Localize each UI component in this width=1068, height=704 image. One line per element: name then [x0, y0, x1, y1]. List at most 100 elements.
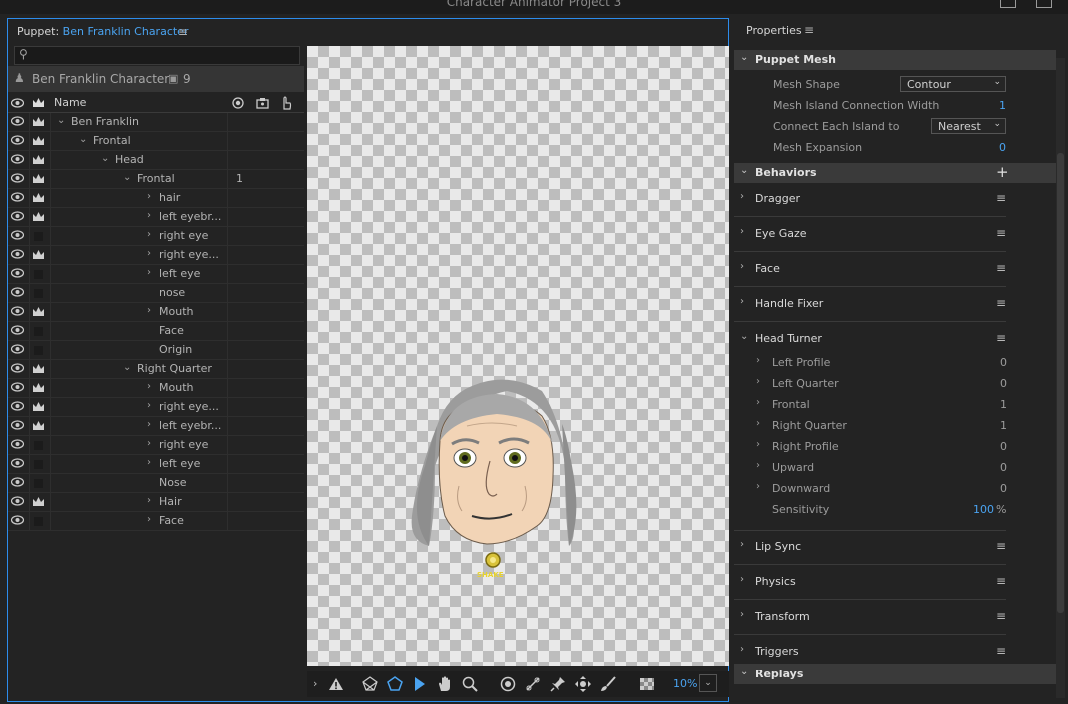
panel-menu-icon[interactable]: ≡: [804, 23, 814, 37]
layer-row[interactable]: ⌄ Head: [8, 151, 304, 170]
behavior-title[interactable]: Eye Gaze: [755, 227, 807, 240]
layer-row[interactable]: › right eye...: [8, 398, 304, 417]
visibility-eye-icon[interactable]: [10, 211, 25, 223]
visibility-eye-icon[interactable]: [10, 287, 25, 299]
behavior-menu-icon[interactable]: ≡: [996, 574, 1006, 588]
chevron-right-icon[interactable]: ›: [147, 514, 151, 525]
layer-label[interactable]: nose: [159, 286, 185, 299]
layer-row[interactable]: ⌄ Frontal: [8, 132, 304, 151]
layer-row[interactable]: nose: [8, 284, 304, 303]
touch-icon[interactable]: [280, 95, 292, 110]
layer-label[interactable]: left eye: [159, 457, 200, 470]
layer-row[interactable]: › left eyebr...: [8, 208, 304, 227]
param-value[interactable]: 0: [1000, 461, 1007, 474]
chevron-right-icon[interactable]: ›: [756, 439, 760, 450]
panel-menu-icon[interactable]: ≡: [178, 25, 188, 39]
chevron-right-icon[interactable]: ›: [147, 248, 151, 259]
target-icon[interactable]: [232, 97, 244, 109]
layer-label[interactable]: Mouth: [159, 381, 193, 394]
chevron-right-icon[interactable]: ›: [740, 226, 744, 237]
layer-row[interactable]: Origin: [8, 341, 304, 360]
visibility-eye-icon[interactable]: [10, 230, 25, 242]
chevron-right-icon[interactable]: ›: [756, 460, 760, 471]
independence-toggle[interactable]: [34, 289, 43, 298]
chevron-right-icon[interactable]: ›: [756, 355, 760, 366]
layer-label[interactable]: Nose: [159, 476, 186, 489]
visibility-eye-icon[interactable]: [10, 496, 25, 508]
layer-label[interactable]: Frontal: [93, 134, 131, 147]
chevron-right-icon[interactable]: ›: [740, 261, 744, 272]
chevron-right-icon[interactable]: ›: [756, 397, 760, 408]
hand-icon[interactable]: [436, 675, 454, 693]
behavior-title[interactable]: Head Turner: [755, 332, 822, 345]
visibility-eye-icon[interactable]: [10, 344, 25, 356]
behavior-menu-icon[interactable]: ≡: [996, 191, 1006, 205]
layer-row[interactable]: › left eye: [8, 455, 304, 474]
independence-toggle[interactable]: [34, 327, 43, 336]
layer-label[interactable]: Origin: [159, 343, 192, 356]
connect-island-select[interactable]: Nearest ⌄: [931, 118, 1006, 134]
chevron-right-icon[interactable]: ›: [740, 644, 744, 655]
sensitivity-value[interactable]: 100: [973, 503, 994, 516]
add-behavior-icon[interactable]: +: [996, 163, 1009, 181]
crown-icon[interactable]: [32, 401, 45, 413]
visibility-eye-icon[interactable]: [10, 116, 25, 128]
visibility-eye-icon[interactable]: [10, 401, 25, 413]
crown-icon[interactable]: [32, 135, 45, 147]
independence-toggle[interactable]: [34, 270, 43, 279]
visibility-eye-icon[interactable]: [10, 306, 25, 318]
visibility-eye-icon[interactable]: [10, 173, 25, 185]
visibility-icon[interactable]: [11, 98, 24, 108]
visibility-eye-icon[interactable]: [10, 363, 25, 375]
param-value[interactable]: 0: [1000, 482, 1007, 495]
dragger-icon[interactable]: [574, 675, 592, 693]
chevron-down-icon[interactable]: ⌄: [101, 153, 109, 164]
visibility-eye-icon[interactable]: [10, 420, 25, 432]
visibility-eye-icon[interactable]: [10, 192, 25, 204]
crown-icon[interactable]: [32, 249, 45, 261]
param-value[interactable]: 1: [1000, 398, 1007, 411]
brush-icon[interactable]: [599, 675, 617, 693]
layer-label[interactable]: right eye...: [159, 248, 219, 261]
chevron-right-icon[interactable]: ›: [756, 481, 760, 492]
crown-icon[interactable]: [32, 306, 45, 318]
layer-row[interactable]: › left eye: [8, 265, 304, 284]
layer-row[interactable]: › Mouth: [8, 379, 304, 398]
chevron-right-icon[interactable]: ›: [756, 418, 760, 429]
checker-icon[interactable]: [638, 675, 656, 693]
layer-label[interactable]: Frontal: [137, 172, 175, 185]
crown-icon[interactable]: [32, 97, 45, 109]
crown-icon[interactable]: [32, 154, 45, 166]
chevron-down-icon[interactable]: ⌄: [123, 172, 131, 183]
behavior-title[interactable]: Face: [755, 262, 780, 275]
visibility-eye-icon[interactable]: [10, 325, 25, 337]
layer-row[interactable]: › right eye: [8, 227, 304, 246]
behavior-title[interactable]: Handle Fixer: [755, 297, 823, 310]
independence-toggle[interactable]: [34, 479, 43, 488]
param-value[interactable]: 0: [1000, 377, 1007, 390]
behavior-menu-icon[interactable]: ≡: [996, 296, 1006, 310]
puppet-name[interactable]: Ben Franklin Character: [63, 25, 189, 38]
layer-label[interactable]: Mouth: [159, 305, 193, 318]
param-value[interactable]: 1: [1000, 419, 1007, 432]
behavior-item[interactable]: › Transform ≡: [734, 601, 1006, 635]
chevron-down-icon[interactable]: ⌄: [79, 134, 87, 145]
visibility-eye-icon[interactable]: [10, 477, 25, 489]
param-value[interactable]: 0: [1000, 440, 1007, 453]
visibility-eye-icon[interactable]: [10, 154, 25, 166]
chevron-right-icon[interactable]: ›: [147, 229, 151, 240]
mesh-shape-select[interactable]: Contour ⌄: [900, 76, 1006, 92]
chevron-right-icon[interactable]: ›: [147, 457, 151, 468]
behavior-item[interactable]: › Eye Gaze ≡: [734, 218, 1006, 252]
behavior-item[interactable]: › Face ≡: [734, 253, 1006, 287]
visibility-eye-icon[interactable]: [10, 249, 25, 261]
crown-icon[interactable]: [32, 363, 45, 375]
behavior-menu-icon[interactable]: ≡: [996, 226, 1006, 240]
behavior-item[interactable]: › Triggers ≡: [734, 636, 1006, 670]
visibility-eye-icon[interactable]: [10, 382, 25, 394]
layer-row[interactable]: ⌄ Right Quarter: [8, 360, 304, 379]
param-value[interactable]: 0: [1000, 356, 1007, 369]
visibility-eye-icon[interactable]: [10, 135, 25, 147]
chevron-down-icon[interactable]: ⌄: [740, 331, 748, 342]
behavior-title[interactable]: Triggers: [755, 645, 799, 658]
